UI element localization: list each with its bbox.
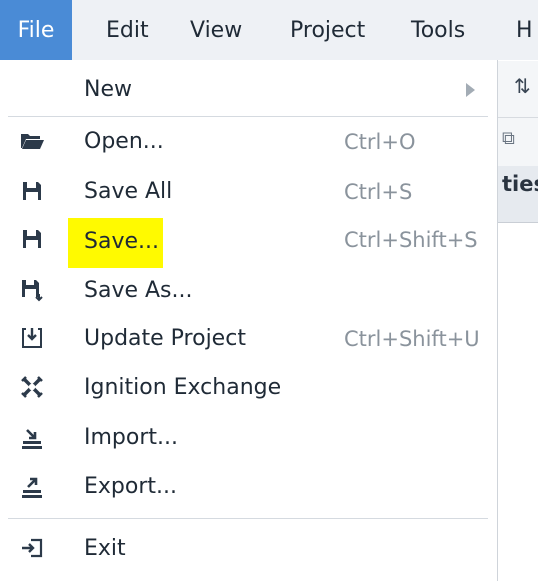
update-project-icon — [18, 324, 46, 352]
menu-item-label: New — [84, 77, 132, 102]
menu-item-new[interactable]: New — [0, 64, 497, 114]
folder-open-icon — [18, 127, 46, 155]
menu-help[interactable]: H — [516, 0, 533, 60]
menu-view[interactable]: View — [190, 0, 242, 60]
menu-item-save-as[interactable]: Save As... — [0, 265, 497, 315]
export-icon — [18, 472, 46, 500]
menu-item-label: Save As... — [84, 278, 193, 303]
menu-item-label: Import... — [84, 425, 178, 450]
menu-item-update-project[interactable]: Update Project Ctrl+Shift+U — [0, 313, 497, 363]
menu-item-exit[interactable]: Exit — [0, 523, 497, 573]
toolbar-icon[interactable]: ⇅ — [514, 74, 531, 98]
file-menu: New Open... Ctrl+O Save All Ctrl+S Save.… — [0, 60, 498, 581]
window-restore-icon[interactable]: ⧉ — [502, 128, 515, 149]
menu-item-label: Export... — [84, 474, 177, 499]
save-as-icon — [18, 276, 46, 304]
menu-item-shortcut: Ctrl+O — [344, 130, 416, 154]
menu-item-label: Save All — [84, 179, 173, 204]
menu-item-label: Save... — [68, 218, 163, 268]
submenu-arrow-icon — [466, 83, 475, 97]
menu-item-save[interactable]: Save... Ctrl+Shift+S — [0, 214, 497, 268]
menu-item-shortcut: Ctrl+S — [344, 180, 413, 204]
menu-item-export[interactable]: Export... — [0, 461, 497, 511]
panel-title: ties — [502, 172, 538, 196]
menu-item-label: Update Project — [84, 326, 246, 351]
menu-item-label: Open... — [84, 129, 164, 154]
menu-item-import[interactable]: Import... — [0, 412, 497, 462]
menu-separator — [8, 518, 488, 519]
menu-project[interactable]: Project — [290, 0, 365, 60]
menu-tools[interactable]: Tools — [411, 0, 465, 60]
import-icon — [18, 423, 46, 451]
menu-bar: File Edit View Project Tools H — [0, 0, 538, 61]
menu-item-ignition-exchange[interactable]: Ignition Exchange — [0, 362, 497, 412]
menu-file[interactable]: File — [0, 0, 72, 60]
menu-item-label: Exit — [84, 536, 126, 561]
save-icon — [18, 225, 46, 253]
menu-item-save-all[interactable]: Save All Ctrl+S — [0, 166, 497, 216]
menu-item-open[interactable]: Open... Ctrl+O — [0, 116, 497, 166]
menu-edit[interactable]: Edit — [106, 0, 149, 60]
exit-icon — [18, 534, 46, 562]
menu-item-shortcut: Ctrl+Shift+S — [344, 228, 478, 252]
save-all-icon — [18, 177, 46, 205]
exchange-icon — [18, 373, 46, 401]
menu-item-label: Ignition Exchange — [84, 375, 282, 400]
menu-item-shortcut: Ctrl+Shift+U — [344, 327, 480, 351]
